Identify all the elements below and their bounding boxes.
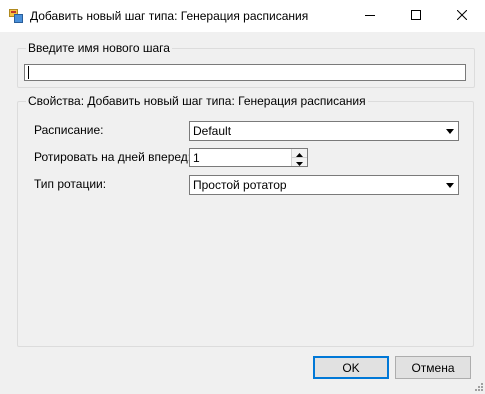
schedule-label: Расписание: xyxy=(34,123,104,137)
rotation-type-value: Простой ротатор xyxy=(193,178,287,192)
dialog-window: Добавить новый шаг типа: Генерация распи… xyxy=(0,0,485,392)
chevron-down-icon[interactable] xyxy=(442,122,458,140)
chevron-down-icon[interactable] xyxy=(442,176,458,194)
close-icon xyxy=(456,9,468,23)
rotation-type-combobox[interactable]: Простой ротатор xyxy=(189,175,459,195)
minimize-icon xyxy=(365,9,375,23)
rotate-days-spinner[interactable]: 1 xyxy=(189,148,308,167)
schedule-combobox[interactable]: Default xyxy=(189,121,459,141)
properties-legend: Свойства: Добавить новый шаг типа: Генер… xyxy=(26,94,368,108)
close-button[interactable] xyxy=(439,0,485,32)
step-name-legend: Введите имя нового шага xyxy=(26,41,172,55)
ok-button[interactable]: OK xyxy=(313,356,389,379)
window-title: Добавить новый шаг типа: Генерация распи… xyxy=(30,9,309,23)
text-caret xyxy=(28,66,29,79)
rotate-days-label: Ротировать на дней вперед: xyxy=(34,150,192,164)
maximize-icon xyxy=(411,9,421,23)
spin-down-button[interactable] xyxy=(292,158,307,166)
chevron-down-icon xyxy=(296,155,303,169)
cancel-button[interactable]: Отмена xyxy=(395,356,471,379)
spinner-buttons xyxy=(291,149,307,166)
app-dialog-icon xyxy=(9,9,23,23)
step-name-input[interactable] xyxy=(24,64,466,81)
rotation-type-label: Тип ротации: xyxy=(34,177,107,191)
title-bar[interactable]: Добавить новый шаг типа: Генерация распи… xyxy=(0,0,485,32)
schedule-value: Default xyxy=(193,124,232,138)
maximize-button[interactable] xyxy=(393,0,439,32)
minimize-button[interactable] xyxy=(347,0,393,32)
resize-grip-icon[interactable] xyxy=(473,380,483,391)
rotate-days-value: 1 xyxy=(193,151,200,165)
